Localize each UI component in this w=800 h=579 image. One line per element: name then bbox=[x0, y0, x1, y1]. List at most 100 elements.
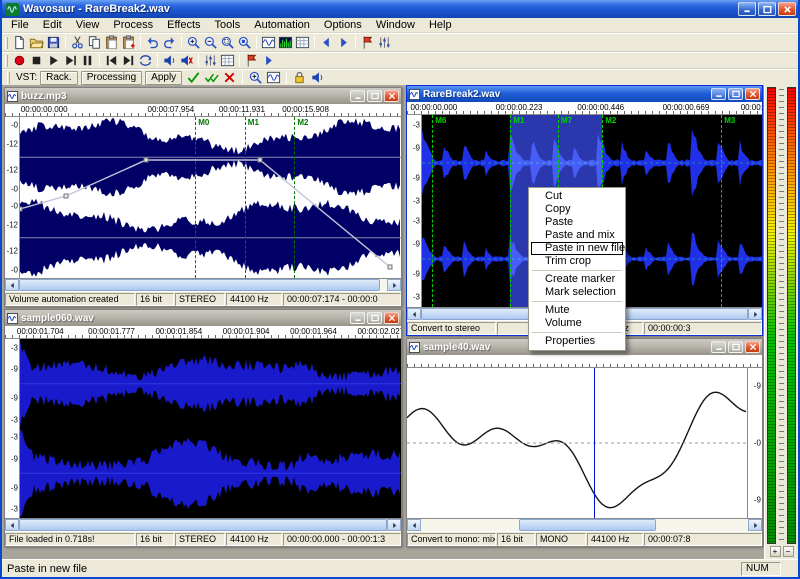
menu-item-paste-and-mix[interactable]: Paste and mix bbox=[531, 229, 623, 242]
horizontal-scrollbar[interactable] bbox=[5, 518, 401, 531]
timeline-ruler[interactable] bbox=[407, 355, 762, 368]
scroll-left-button[interactable] bbox=[5, 279, 19, 291]
mute-icon[interactable] bbox=[178, 53, 195, 69]
window-buzz[interactable]: buzz.mp3 00:00:00.00000:00:07.95400:00:1… bbox=[4, 87, 402, 307]
close-button[interactable] bbox=[384, 90, 399, 102]
waveform-display[interactable] bbox=[20, 339, 401, 518]
scrollbar-track[interactable] bbox=[421, 519, 748, 531]
menu-item-create-marker[interactable]: Create marker bbox=[531, 273, 623, 286]
meter-zoom-out-button[interactable]: − bbox=[783, 546, 794, 557]
scroll-left-button[interactable] bbox=[5, 519, 19, 531]
window-sample060-titlebar[interactable]: sample060.wav bbox=[5, 310, 401, 326]
go-end-icon[interactable] bbox=[120, 53, 137, 69]
menu-automation[interactable]: Automation bbox=[247, 18, 317, 32]
scroll-right-button[interactable] bbox=[387, 519, 401, 531]
redo-icon[interactable] bbox=[161, 35, 178, 51]
pause-icon[interactable] bbox=[79, 53, 96, 69]
loop-icon[interactable] bbox=[137, 53, 154, 69]
toolbar-grip[interactable] bbox=[5, 55, 8, 67]
menu-options[interactable]: Options bbox=[317, 18, 369, 32]
menu-process[interactable]: Process bbox=[106, 18, 160, 32]
cross-icon[interactable] bbox=[221, 70, 238, 86]
arrow-left-icon[interactable] bbox=[318, 35, 335, 51]
waveform-display[interactable] bbox=[407, 368, 747, 518]
toolbar-grip[interactable] bbox=[7, 72, 10, 84]
titlebar[interactable]: Wavosaur - RareBreak2.wav bbox=[2, 0, 798, 18]
zoom-all-icon[interactable] bbox=[236, 35, 253, 51]
waveform-display[interactable]: M0M1M2 bbox=[20, 117, 401, 278]
close-button[interactable] bbox=[778, 2, 796, 16]
marker-flag-icon[interactable] bbox=[243, 53, 260, 69]
maximize-button[interactable] bbox=[367, 312, 382, 324]
vst-processing-button[interactable]: Processing bbox=[81, 71, 142, 85]
toolbar-grip[interactable] bbox=[5, 37, 8, 49]
minimize-button[interactable] bbox=[711, 341, 726, 353]
minimize-button[interactable] bbox=[711, 88, 726, 100]
menu-item-properties[interactable]: Properties bbox=[531, 335, 623, 348]
mixer-icon[interactable] bbox=[202, 53, 219, 69]
stop-icon[interactable] bbox=[28, 53, 45, 69]
open-folder-icon[interactable] bbox=[28, 35, 45, 51]
speaker-icon[interactable] bbox=[161, 53, 178, 69]
paste-icon[interactable] bbox=[103, 35, 120, 51]
cut-icon[interactable] bbox=[69, 35, 86, 51]
window-sample40[interactable]: sample40.wav -9-0-9 bbox=[406, 338, 763, 547]
paste-mix-icon[interactable] bbox=[120, 35, 137, 51]
scroll-left-button[interactable] bbox=[407, 519, 421, 531]
wave-view-icon[interactable] bbox=[260, 35, 277, 51]
minimize-button[interactable] bbox=[350, 90, 365, 102]
undo-icon[interactable] bbox=[144, 35, 161, 51]
menu-item-paste-in-new-file[interactable]: Paste in new file bbox=[531, 242, 623, 255]
record-icon[interactable] bbox=[11, 53, 28, 69]
play-sel-icon[interactable] bbox=[62, 53, 79, 69]
horizontal-scrollbar[interactable] bbox=[5, 278, 401, 291]
lock-icon[interactable] bbox=[291, 70, 308, 86]
scrollbar-track[interactable] bbox=[19, 519, 387, 531]
grid-view-icon[interactable] bbox=[294, 35, 311, 51]
menu-item-volume[interactable]: Volume bbox=[531, 317, 623, 330]
maximize-button[interactable] bbox=[367, 90, 382, 102]
go-start-icon[interactable] bbox=[103, 53, 120, 69]
scrollbar-thumb[interactable] bbox=[519, 519, 656, 531]
close-button[interactable] bbox=[745, 88, 760, 100]
menu-tools[interactable]: Tools bbox=[208, 18, 248, 32]
check2-icon[interactable] bbox=[203, 70, 220, 86]
zoom-sel-icon[interactable] bbox=[219, 35, 236, 51]
scroll-right-button[interactable] bbox=[748, 308, 762, 320]
vst-apply-button[interactable]: Apply bbox=[145, 71, 182, 85]
timeline-ruler[interactable]: 00:00:00.00000:00:07.95400:00:11.93100:0… bbox=[5, 104, 401, 117]
zoom-in-icon[interactable] bbox=[185, 35, 202, 51]
marker-flag-icon[interactable] bbox=[359, 35, 376, 51]
new-file-icon[interactable] bbox=[11, 35, 28, 51]
menu-effects[interactable]: Effects bbox=[160, 18, 207, 32]
spectrum-view-icon[interactable] bbox=[277, 35, 294, 51]
arrow-right-icon[interactable] bbox=[260, 53, 277, 69]
maximize-button[interactable] bbox=[758, 2, 776, 16]
resize-grip[interactable] bbox=[783, 562, 796, 575]
timeline-ruler[interactable]: 00:00:00.00000:00:00.22300:00:00.44600:0… bbox=[407, 102, 762, 115]
menu-edit[interactable]: Edit bbox=[36, 18, 69, 32]
copy-icon[interactable] bbox=[86, 35, 103, 51]
meter-zoom-in-button[interactable]: + bbox=[770, 546, 781, 557]
scrollbar-thumb[interactable] bbox=[19, 519, 387, 531]
menu-item-cut[interactable]: Cut bbox=[531, 190, 623, 203]
menu-help[interactable]: Help bbox=[422, 18, 459, 32]
window-buzz-titlebar[interactable]: buzz.mp3 bbox=[5, 88, 401, 104]
menu-item-mute[interactable]: Mute bbox=[531, 304, 623, 317]
menu-item-copy[interactable]: Copy bbox=[531, 203, 623, 216]
zoom-in-icon[interactable] bbox=[247, 70, 264, 86]
close-button[interactable] bbox=[745, 341, 760, 353]
horizontal-scrollbar[interactable] bbox=[407, 518, 762, 531]
scroll-right-button[interactable] bbox=[387, 279, 401, 291]
marker-line[interactable]: M1 bbox=[510, 115, 511, 307]
grid-view-icon[interactable] bbox=[219, 53, 236, 69]
maximize-button[interactable] bbox=[728, 341, 743, 353]
scroll-left-button[interactable] bbox=[407, 308, 421, 320]
scrollbar-thumb[interactable] bbox=[19, 279, 380, 291]
marker-line[interactable]: M6 bbox=[432, 115, 433, 307]
maximize-button[interactable] bbox=[728, 88, 743, 100]
window-rarebreak2-titlebar[interactable]: RareBreak2.wav bbox=[407, 86, 762, 102]
minimize-button[interactable] bbox=[350, 312, 365, 324]
menu-view[interactable]: View bbox=[69, 18, 107, 32]
play-icon[interactable] bbox=[45, 53, 62, 69]
